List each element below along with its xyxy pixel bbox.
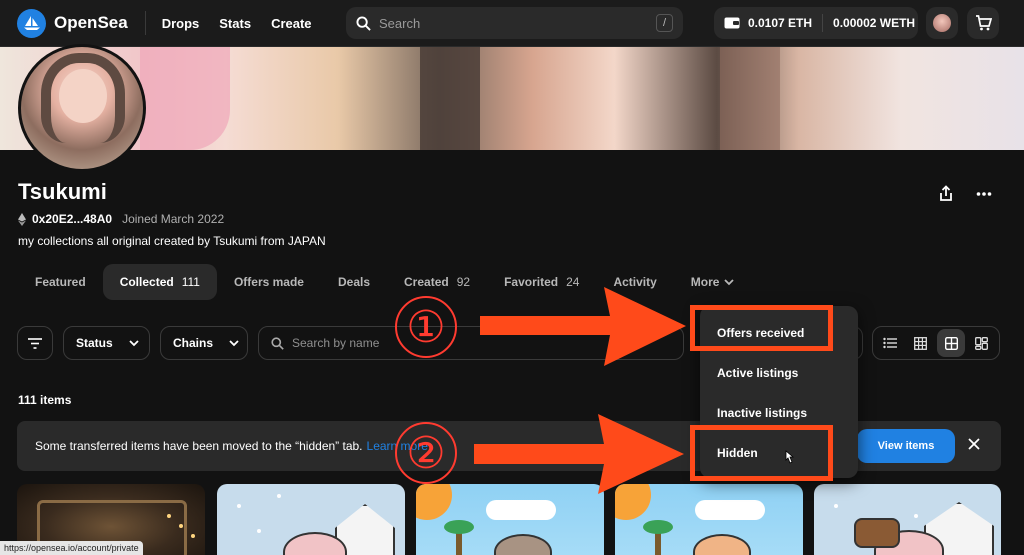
annotation-arrow-2	[474, 414, 684, 494]
annotation-step-1: ①	[395, 296, 457, 358]
annotation-arrow-1	[480, 287, 686, 366]
browser-status-url: https://opensea.io/account/private	[0, 541, 143, 555]
annotation-arrows	[474, 287, 686, 494]
annotation-step-2: ②	[395, 422, 457, 484]
